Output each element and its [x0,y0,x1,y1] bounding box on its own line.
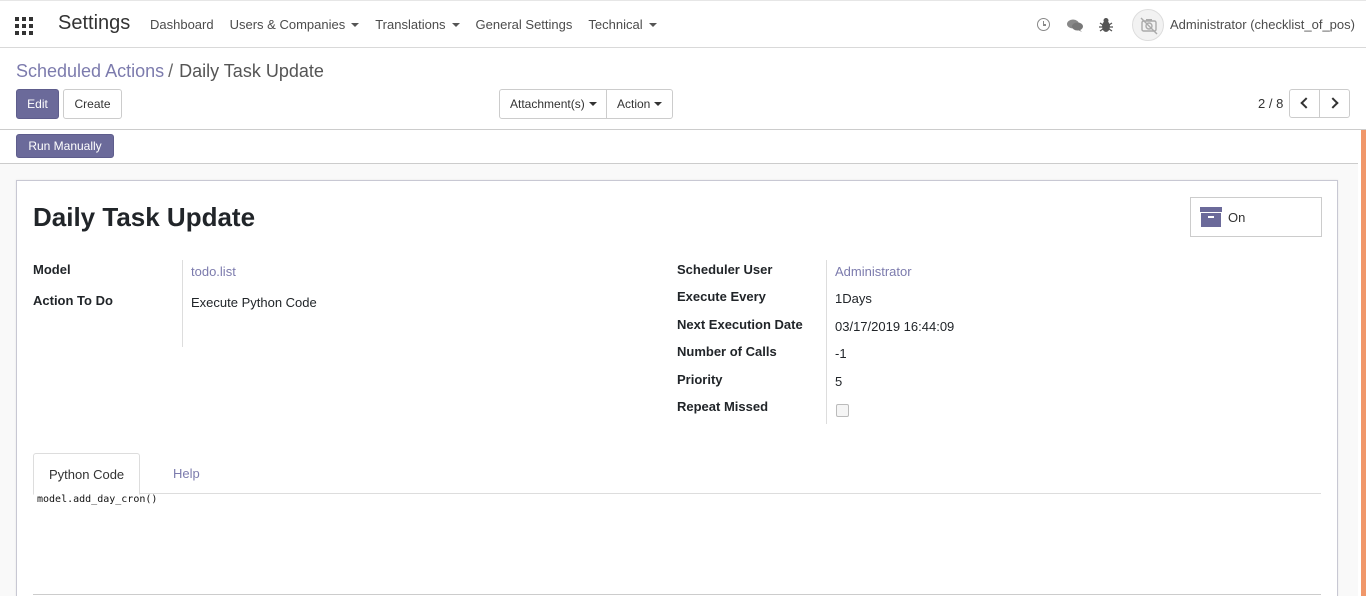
menu-label: Translations [375,17,446,32]
tab-python-code[interactable]: Python Code [33,453,141,495]
menu-item-users-companies[interactable]: Users & Companies [230,1,360,49]
active-toggle-label: On [1228,210,1246,225]
app-brand[interactable]: Settings [58,12,130,35]
breadcrumb-separator: / [168,61,174,81]
run-manually-button[interactable]: Run Manually [16,134,114,158]
field-value-action-to-do: Execute Python Code [191,295,317,310]
archive-icon [1200,207,1222,227]
python-code-editor[interactable]: model.add_day_cron() [37,494,157,505]
tab-help[interactable]: Help [158,453,215,494]
field-label-next-execution-date: Next Execution Date [677,317,803,332]
field-label-scheduler-user: Scheduler User [677,262,773,277]
attachments-dropdown[interactable]: Attachment(s) [499,89,607,119]
caret-down-icon [654,101,663,106]
field-value-priority: 5 [835,374,843,389]
menu-item-technical[interactable]: Technical [588,1,657,49]
field-value-execute-every: 1Days [835,291,872,306]
top-navbar: Settings Dashboard Users & Companies Tra… [0,0,1366,48]
attachments-label: Attachment(s) [510,97,585,111]
chevron-right-icon [1327,97,1339,109]
notebook-tabs: Python Code Help [33,453,1321,495]
chevron-left-icon [1300,97,1312,109]
menu-item-dashboard[interactable]: Dashboard [150,1,214,49]
caret-down-icon [351,22,360,27]
menu-label: Dashboard [150,17,214,32]
field-value-number-of-calls: -1 [835,346,847,361]
chat-icon[interactable] [1067,19,1083,32]
form-statusbar: Run Manually [0,130,1358,164]
form-sheet: Daily Task Update On Model todo.list Act… [16,180,1338,596]
caret-down-icon [648,22,657,27]
caret-down-icon [451,22,460,27]
camera-icon [1140,17,1158,35]
bug-icon[interactable] [1099,17,1113,33]
breadcrumb-current: Daily Task Update [179,61,324,81]
field-separator [182,260,183,347]
field-label-action-to-do: Action To Do [33,293,113,308]
create-button[interactable]: Create [63,89,122,119]
field-label-execute-every: Execute Every [677,289,766,304]
field-value-model[interactable]: todo.list [191,264,236,279]
field-label-number-of-calls: Number of Calls [677,344,777,359]
menu-item-general-settings[interactable]: General Settings [476,1,573,49]
main-menu: Dashboard Users & Companies Translations… [150,1,673,49]
code-editor-border [33,594,1321,595]
avatar[interactable] [1132,9,1164,41]
caret-down-icon [588,101,597,106]
pager-next-button[interactable] [1319,89,1350,118]
menu-label: Users & Companies [229,17,346,32]
edit-button[interactable]: Edit [16,89,59,119]
menu-label: Technical [588,17,643,32]
field-label-priority: Priority [677,372,723,387]
action-dropdown[interactable]: Action [606,89,673,119]
menu-label: General Settings [475,17,573,32]
menu-item-translations[interactable]: Translations [375,1,460,49]
repeat-missed-checkbox[interactable] [836,404,849,417]
record-title: Daily Task Update [33,202,256,232]
pager-value[interactable]: 2 / 8 [1258,96,1283,111]
breadcrumb-parent[interactable]: Scheduled Actions [16,61,164,81]
field-label-model: Model [33,262,71,277]
field-value-next-execution-date: 03/17/2019 16:44:09 [835,319,955,334]
action-label: Action [617,97,651,111]
pager-previous-button[interactable] [1289,89,1320,118]
clock-icon[interactable] [1037,18,1050,31]
breadcrumb: Scheduled Actions / Daily Task Update [16,61,324,82]
field-label-repeat-missed: Repeat Missed [677,399,769,414]
user-menu[interactable]: Administrator (checklist_of_pos) [1170,1,1355,49]
field-separator [826,260,827,424]
field-value-scheduler-user[interactable]: Administrator [835,264,912,279]
scrollbar[interactable] [1361,130,1366,596]
active-toggle-button[interactable]: On [1190,197,1322,237]
apps-icon[interactable] [15,17,33,35]
